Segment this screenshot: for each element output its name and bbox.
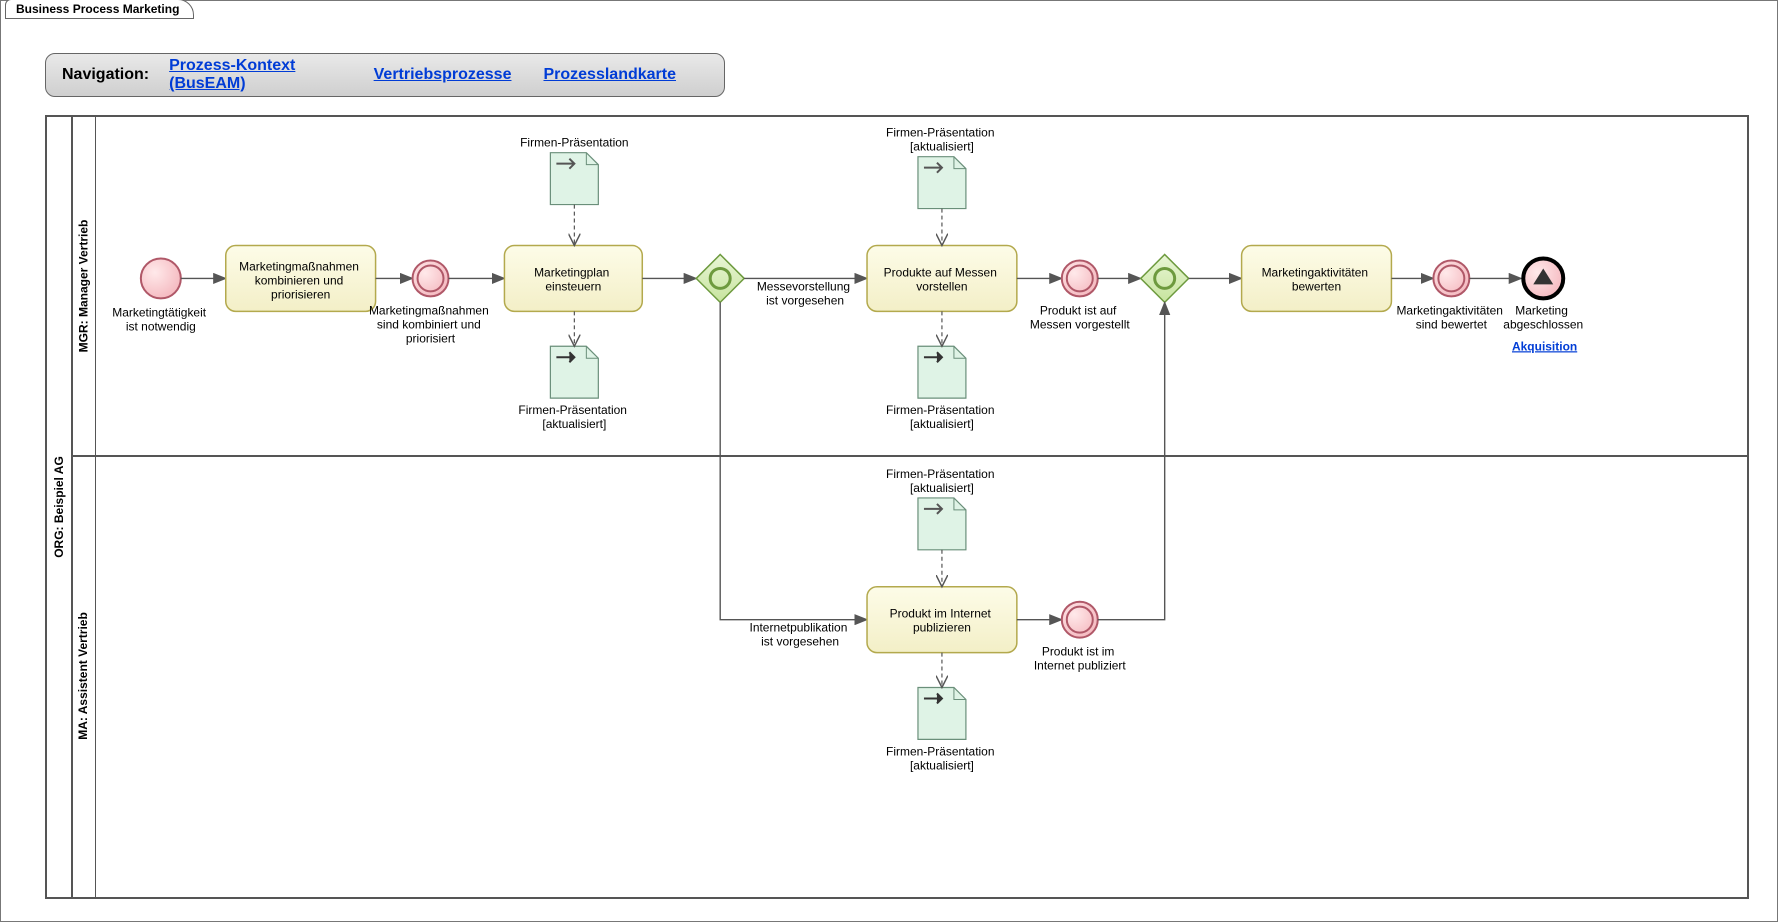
lane-header-top: MGR: Manager Vertrieb [71, 117, 96, 455]
navigation-bar: Navigation: Prozess-Kontext (BusEAM) Ver… [45, 53, 725, 97]
frame-title: Business Process Marketing [16, 2, 179, 16]
frame-title-tab: Business Process Marketing [5, 0, 194, 19]
nav-link-vertriebsprozesse[interactable]: Vertriebsprozesse [374, 66, 512, 84]
lane-header-bottom: MA: Assistent Vertrieb [71, 455, 96, 897]
link-akquisition[interactable]: Akquisition [1512, 339, 1577, 353]
lane-label-top: MGR: Manager Vertrieb [76, 220, 90, 353]
lane-label-bottom: MA: Assistent Vertrieb [76, 612, 90, 740]
lane-assistent-vertrieb: MA: Assistent Vertrieb [71, 455, 1747, 897]
pool-org-beispiel-ag: ORG: Beispiel AG MGR: Manager Vertrieb M… [45, 115, 1749, 899]
pool-header: ORG: Beispiel AG [47, 117, 73, 897]
navigation-title: Navigation: [62, 66, 149, 84]
lane-manager-vertrieb: MGR: Manager Vertrieb [71, 117, 1747, 457]
pool-label: ORG: Beispiel AG [52, 456, 66, 558]
nav-link-prozess-kontext[interactable]: Prozess-Kontext (BusEAM) [169, 57, 342, 93]
nav-link-prozesslandkarte[interactable]: Prozesslandkarte [543, 66, 676, 84]
